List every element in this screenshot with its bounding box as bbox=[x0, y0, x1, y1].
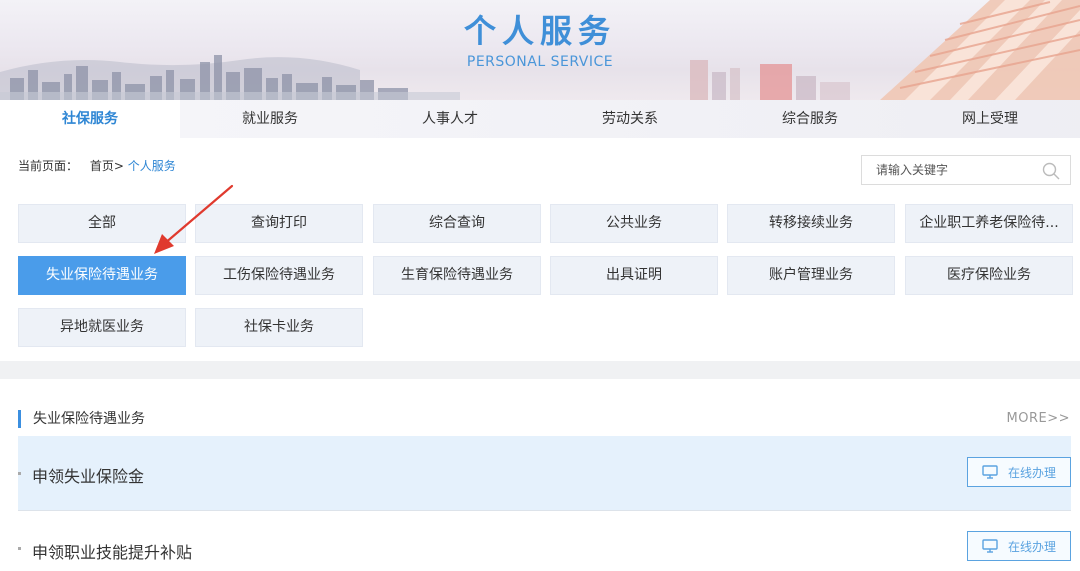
bullet-dot bbox=[18, 547, 21, 550]
category-account-management[interactable]: 账户管理业务 bbox=[727, 256, 895, 295]
breadcrumb-home-link[interactable]: 首页> bbox=[90, 159, 124, 173]
section-divider bbox=[0, 361, 1080, 379]
category-maternity-insurance[interactable]: 生育保险待遇业务 bbox=[373, 256, 541, 295]
bullet-dot bbox=[18, 472, 21, 475]
nav-item-social-security[interactable]: 社保服务 bbox=[0, 100, 180, 138]
nav-item-labor-relations[interactable]: 劳动关系 bbox=[540, 100, 720, 138]
category-issue-certificate[interactable]: 出具证明 bbox=[550, 256, 718, 295]
online-handle-label: 在线办理 bbox=[1007, 465, 1056, 480]
nav-item-personnel-talent[interactable]: 人事人才 bbox=[360, 100, 540, 138]
breadcrumb: 当前页面： 首页> 个人服务 bbox=[18, 157, 176, 174]
nav-item-general-services[interactable]: 综合服务 bbox=[720, 100, 900, 138]
monitor-icon bbox=[982, 465, 998, 479]
category-comprehensive-query[interactable]: 综合查询 bbox=[373, 204, 541, 243]
category-public-business[interactable]: 公共业务 bbox=[550, 204, 718, 243]
online-handle-label: 在线办理 bbox=[1007, 539, 1056, 554]
search-box bbox=[861, 155, 1071, 185]
category-social-security-card[interactable]: 社保卡业务 bbox=[195, 308, 363, 347]
page-banner: 个人服务 PERSONAL SERVICE bbox=[0, 0, 1080, 100]
list-item[interactable]: 申领失业保险金 在线办理 bbox=[18, 436, 1071, 511]
category-unemployment-insurance[interactable]: 失业保险待遇业务 bbox=[18, 256, 186, 295]
list-item[interactable]: 申领职业技能提升补贴 在线办理 bbox=[18, 511, 1071, 571]
category-query-print[interactable]: 查询打印 bbox=[195, 204, 363, 243]
section-title: 失业保险待遇业务 bbox=[18, 410, 145, 428]
online-handle-button[interactable]: 在线办理 bbox=[967, 457, 1071, 487]
breadcrumb-prefix: 当前页面： bbox=[18, 159, 79, 173]
category-all[interactable]: 全部 bbox=[18, 204, 186, 243]
nav-item-employment[interactable]: 就业服务 bbox=[180, 100, 360, 138]
category-work-injury-insurance[interactable]: 工伤保险待遇业务 bbox=[195, 256, 363, 295]
category-employee-pension[interactable]: 企业职工养老保险待... bbox=[905, 204, 1073, 243]
search-input[interactable] bbox=[862, 156, 1032, 184]
list-item-label[interactable]: 申领失业保险金 bbox=[32, 463, 144, 487]
category-offsite-medical[interactable]: 异地就医业务 bbox=[18, 308, 186, 347]
category-transfer-continuation[interactable]: 转移接续业务 bbox=[727, 204, 895, 243]
online-handle-button[interactable]: 在线办理 bbox=[967, 531, 1071, 561]
breadcrumb-current: 个人服务 bbox=[127, 159, 176, 173]
banner-title: 个人服务 bbox=[463, 12, 616, 50]
list-item-label[interactable]: 申领职业技能提升补贴 bbox=[32, 539, 192, 563]
monitor-icon bbox=[982, 539, 998, 553]
search-icon[interactable] bbox=[1042, 162, 1060, 180]
nav-item-online-acceptance[interactable]: 网上受理 bbox=[900, 100, 1080, 138]
main-nav: 社保服务 就业服务 人事人才 劳动关系 综合服务 网上受理 bbox=[0, 100, 1080, 138]
category-medical-insurance[interactable]: 医疗保险业务 bbox=[905, 256, 1073, 295]
more-link[interactable]: MORE>> bbox=[1007, 411, 1070, 426]
banner-subtitle: PERSONAL SERVICE bbox=[466, 54, 614, 70]
